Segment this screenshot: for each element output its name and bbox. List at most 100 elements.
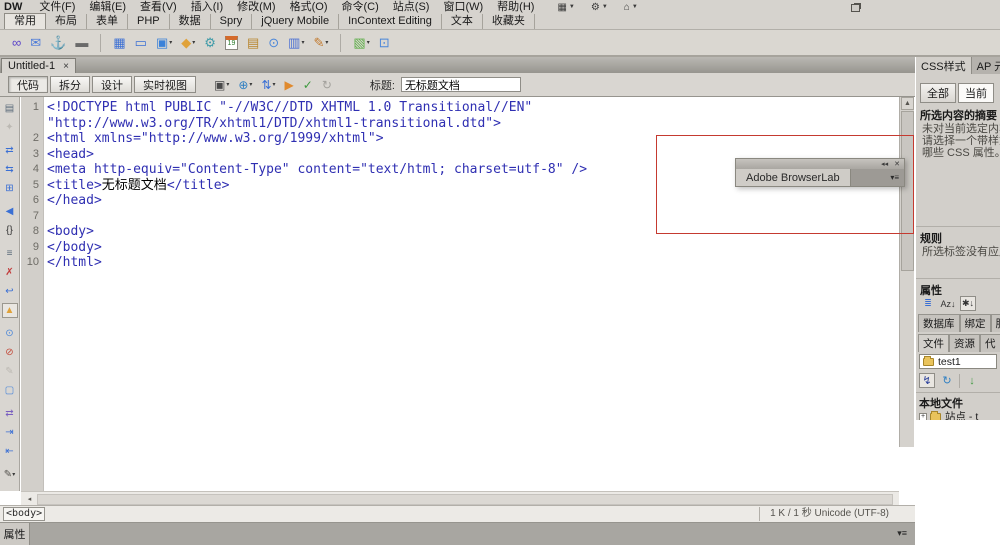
collapse-selection-icon[interactable]: ⇆ [2,162,18,177]
named-anchor-icon[interactable]: ⚓ [48,34,68,52]
close-icon[interactable]: ✕ [894,160,900,168]
menu-item[interactable]: 编辑(E) [82,0,133,14]
document-tab[interactable]: Untitled-1 × [1,58,76,73]
highlight-invalid-code-icon[interactable]: ✗ [2,265,18,280]
panel-menu-icon[interactable]: ▾≡ [890,169,904,186]
check-browser-compatibility-icon[interactable]: ✓ [303,78,313,92]
insert-tab[interactable]: 数据 [170,14,211,29]
close-icon[interactable]: × [63,61,69,72]
line-numbers-icon[interactable]: ≡ [2,246,18,261]
panel-tab[interactable]: 绑定 [959,314,991,332]
format-source-code-icon[interactable]: ✎ ▾ [2,467,18,482]
table-icon[interactable]: ▦ [111,34,127,52]
apply-comment-icon[interactable]: ⊙ [2,326,18,341]
image-icon[interactable]: ▣ ▾ [154,34,174,52]
horizontal-scrollbar-thumb[interactable] [37,494,893,505]
menu-item[interactable]: 命令(C) [335,0,386,14]
connect-icon[interactable]: ↯ [919,373,935,388]
date-icon[interactable]: 19 [223,34,240,52]
collapse-full-tag-icon[interactable]: ⇄ [2,143,18,158]
menu-item[interactable]: 站点(S) [386,0,437,14]
wrap-tag-icon[interactable]: ✎ [2,364,18,379]
insert-tab[interactable]: 表单 [87,14,128,29]
site-dropdown[interactable]: test1 [919,354,997,369]
insert-tab[interactable]: Spry [211,14,253,29]
extensions-gear-icon[interactable]: ⚙ ▼ [591,2,608,13]
site-menu-icon[interactable]: ⌂ ▼ [624,2,638,13]
show-category-view-icon[interactable]: ≣ [920,296,936,311]
file-management-icon[interactable]: ⇅ ▾ [261,78,275,92]
panel-tab[interactable]: 资源 [949,334,980,352]
script-icon[interactable]: ✎ ▾ [311,34,330,52]
panel-tab[interactable]: 数据库 [918,314,960,332]
sort-set-icon[interactable]: ✱↓ [960,296,976,311]
balance-braces-icon[interactable]: {} [2,223,18,238]
menu-item[interactable]: 帮助(H) [490,0,541,14]
scroll-up-icon[interactable]: ▲ [901,97,914,110]
tag-chooser-icon[interactable]: ⊡ [377,34,392,52]
insert-tab[interactable]: 布局 [46,14,87,29]
preview-in-browser-icon[interactable]: ⊕ ▾ [238,78,252,92]
view-button[interactable]: 实时视图 [134,76,196,93]
insert-tab[interactable]: jQuery Mobile [252,14,340,29]
panel-tab[interactable]: 服 [990,314,1000,332]
syntax-error-alerts-icon[interactable]: ▲ [1,303,18,318]
insert-div-icon[interactable]: ▭ [133,34,149,52]
expand-tree-icon[interactable]: + [919,412,927,420]
insert-tab[interactable]: InContext Editing [339,14,442,29]
indent-code-icon[interactable]: ⇥ [2,425,18,440]
insert-tab[interactable]: 收藏夹 [483,14,535,29]
scroll-left-icon[interactable]: ◂ [23,493,36,505]
select-parent-tag-icon[interactable]: ◀ [2,204,18,219]
panel-menu-icon[interactable]: ▾≡ [897,528,907,539]
menu-item[interactable]: 修改(M) [230,0,283,14]
insert-tab[interactable]: 常用 [4,13,46,29]
view-button[interactable]: 代码 [8,76,48,93]
comment-icon[interactable]: ⊙ [266,34,281,52]
panel-tab[interactable]: 文件 [918,334,949,352]
menu-item[interactable]: 窗口(W) [436,0,490,14]
horizontal-scrollbar[interactable]: ◂ [21,491,899,505]
current-mode-button[interactable]: 当前 [958,83,994,103]
panel-tab[interactable]: 代 [980,334,1000,352]
outdent-code-icon[interactable]: ⇤ [2,444,18,459]
refresh-icon[interactable]: ↻ [939,373,955,388]
body-tag-selector[interactable]: <body> [3,507,46,521]
refresh-icon[interactable]: ↻ [322,78,332,92]
move-css-icon[interactable]: ⇄ [2,406,18,421]
collapse-to-icons-icon[interactable]: ◂◂ [881,160,888,168]
view-button[interactable]: 拆分 [50,76,90,93]
widget-icon[interactable]: ⚙ [202,34,218,52]
open-documents-icon[interactable]: ▤ [2,101,18,116]
all-mode-button[interactable]: 全部 [920,83,956,103]
sort-az-icon[interactable]: Az↓ [940,296,956,311]
email-link-icon[interactable]: ✉ [28,34,43,52]
hyperlink-icon[interactable]: ∞ [10,34,23,52]
tab-css-styles[interactable]: CSS样式 [916,57,972,74]
menu-item[interactable]: 文件(F) [32,0,82,14]
media-icon[interactable]: ◆ ▾ [179,34,197,52]
template-icon[interactable]: ▧ ▾ [351,34,371,52]
server-include-icon[interactable]: ▤ [245,34,261,52]
multiscreen-icon[interactable]: ▣ ▾ [214,78,229,92]
properties-tab[interactable]: 属性 [0,523,30,545]
site-tree-item[interactable]: + 站点 - t [919,409,978,420]
tab-ap-elements[interactable]: AP 元 [972,57,1000,74]
insert-tab[interactable]: 文本 [442,14,483,29]
show-code-navigator-icon[interactable]: ✦ [2,120,18,135]
menu-item[interactable]: 插入(I) [184,0,230,14]
restore-window-icon[interactable] [851,4,860,12]
get-file-icon[interactable]: ↓ [964,373,980,388]
head-icon[interactable]: ▥ ▾ [286,34,306,52]
view-button[interactable]: 设计 [92,76,132,93]
insert-tab[interactable]: PHP [128,14,170,29]
menu-item[interactable]: 格式(O) [283,0,335,14]
document-title-input[interactable] [400,77,521,92]
remove-comment-icon[interactable]: ⊘ [2,345,18,360]
browserlab-tab[interactable]: Adobe BrowserLab [736,169,851,186]
workspace-layout-icon[interactable]: ▦ ▼ [557,2,574,13]
horizontal-rule-icon[interactable]: ▬ [73,34,90,52]
word-wrap-icon[interactable]: ↩ [2,284,18,299]
recent-snippets-icon[interactable]: ▢ [2,383,18,398]
menu-item[interactable]: 查看(V) [133,0,184,14]
